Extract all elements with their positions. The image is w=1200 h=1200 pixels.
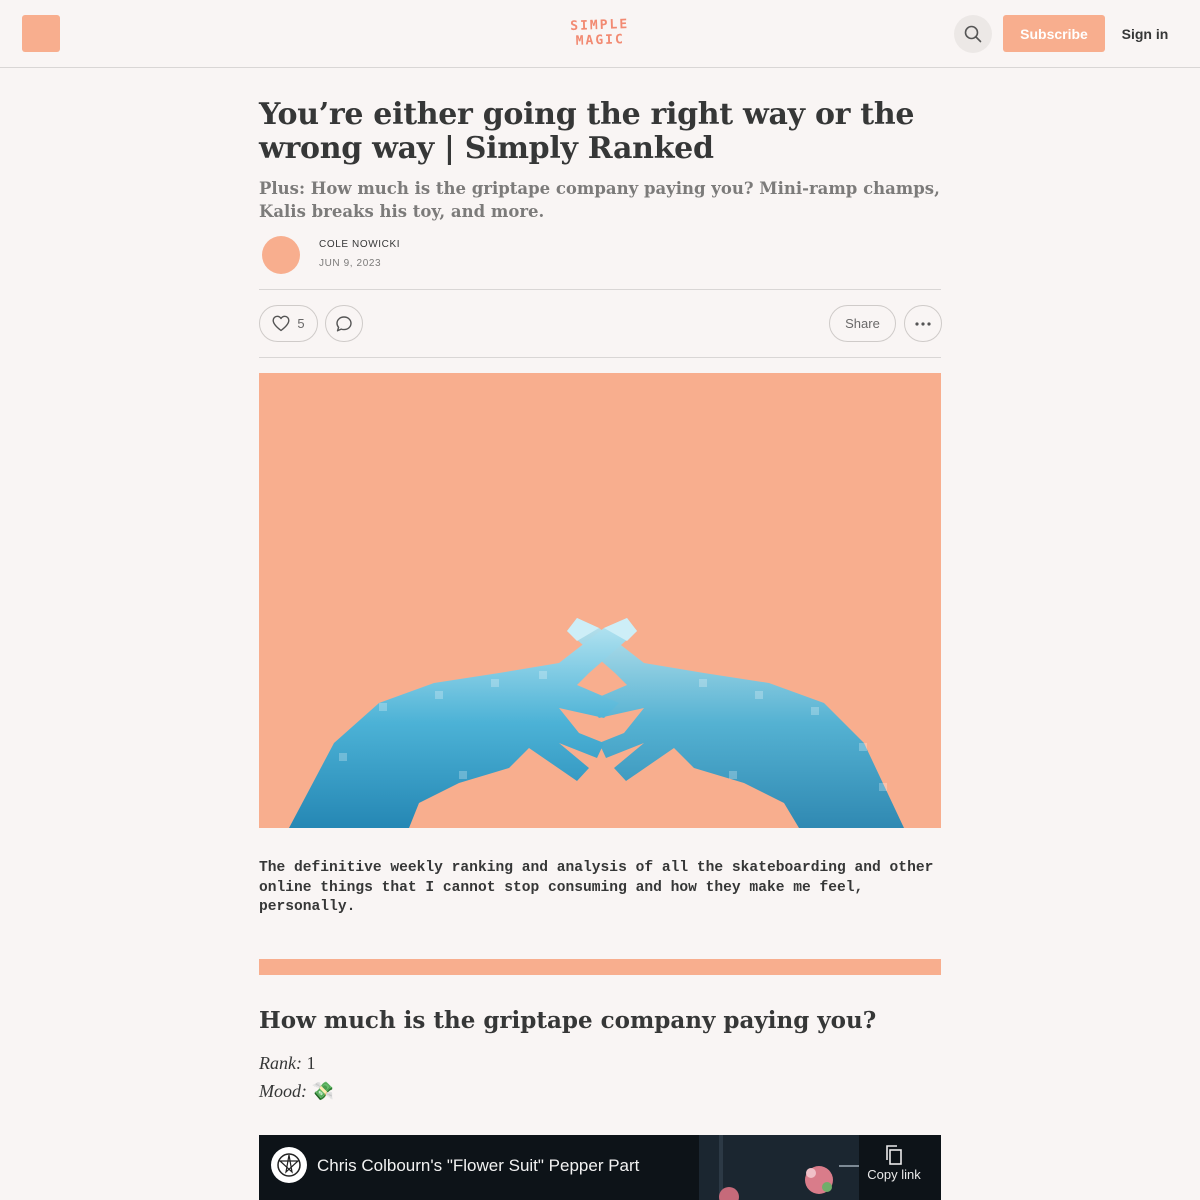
divider-bottom: [259, 357, 941, 358]
hero-image: [259, 373, 941, 828]
section-divider-bar: [259, 959, 941, 975]
post-subtitle: Plus: How much is the griptape company p…: [259, 179, 940, 221]
intro-paragraph: The definitive weekly ranking and analys…: [259, 860, 934, 915]
video-title[interactable]: Chris Colbourn's "Flower Suit" Pepper Pa…: [317, 1156, 639, 1176]
section-heading: How much is the griptape company paying …: [259, 1007, 877, 1034]
brand-wordmark[interactable]: SIMPLE MAGIC: [540, 16, 661, 50]
pentagram-logo-icon: [277, 1153, 301, 1177]
comment-icon: [336, 315, 352, 331]
copy-link-label: Copy link: [867, 1167, 921, 1182]
divider-top: [259, 289, 941, 290]
copy-link-button[interactable]: Copy link: [859, 1145, 929, 1182]
rank-label: Rank:: [259, 1053, 302, 1073]
subscribe-button[interactable]: Subscribe: [1003, 15, 1105, 52]
author-name[interactable]: COLE NOWICKI: [319, 239, 400, 250]
copy-icon: [886, 1145, 902, 1165]
brand-line-2: MAGIC: [575, 32, 626, 49]
ellipsis-icon: [915, 321, 931, 326]
share-button[interactable]: Share: [829, 305, 896, 342]
rank-line: Rank: 1: [259, 1051, 659, 1075]
mood-label: Mood:: [259, 1081, 307, 1101]
sign-in-link[interactable]: Sign in: [1118, 15, 1172, 52]
pixelated-hands-image: [289, 618, 904, 828]
video-thumbnail-scene: [699, 1135, 859, 1200]
comment-button[interactable]: [325, 305, 363, 342]
search-icon: [964, 25, 982, 43]
mood-line: Mood: 💸: [259, 1079, 659, 1103]
author-avatar[interactable]: [262, 236, 300, 274]
video-embed[interactable]: Chris Colbourn's "Flower Suit" Pepper Pa…: [259, 1135, 941, 1200]
search-button[interactable]: [954, 15, 992, 53]
heart-icon: [272, 315, 290, 332]
channel-avatar[interactable]: [271, 1147, 307, 1183]
byline: COLE NOWICKI JUN 9, 2023: [262, 236, 562, 274]
publication-logo[interactable]: [22, 15, 60, 52]
more-options-button[interactable]: [904, 305, 942, 342]
post-title: You’re either going the right way or the…: [259, 97, 915, 166]
post-date: JUN 9, 2023: [319, 258, 382, 269]
like-button[interactable]: 5: [259, 305, 318, 342]
like-count: 5: [297, 316, 305, 331]
rank-value: 1: [306, 1053, 316, 1073]
top-bar: SIMPLE MAGIC Subscribe Sign in: [0, 0, 1200, 68]
mood-value: 💸: [311, 1081, 334, 1101]
